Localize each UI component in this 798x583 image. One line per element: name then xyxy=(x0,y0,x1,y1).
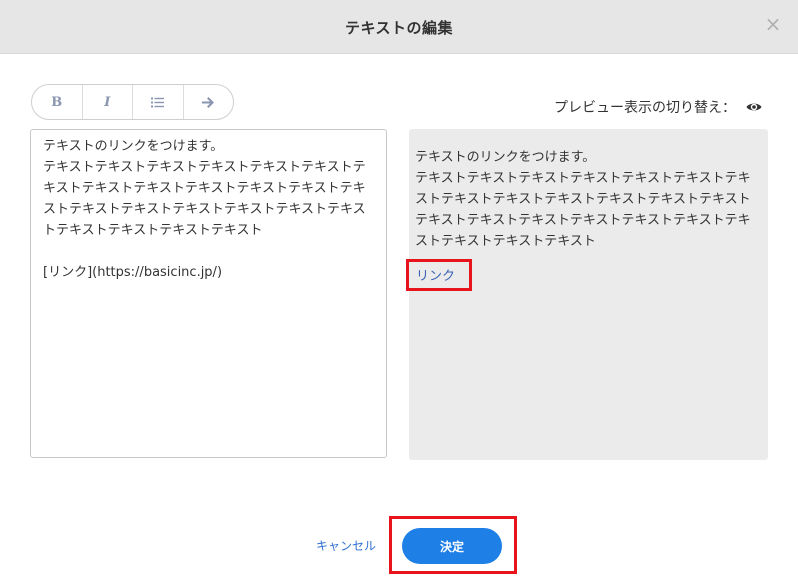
preview-toggle: プレビュー表示の切り替え： xyxy=(554,97,762,117)
close-icon[interactable]: × xyxy=(762,13,784,35)
arrow-right-icon xyxy=(202,96,215,108)
cancel-button[interactable]: キャンセル xyxy=(316,537,376,554)
preview-toggle-label: プレビュー表示の切り替え： xyxy=(554,100,736,116)
markdown-editor[interactable] xyxy=(30,129,387,458)
confirm-button-highlight: 決定 xyxy=(389,516,517,574)
dialog-footer: キャンセル 決定 xyxy=(0,500,798,583)
eye-icon[interactable] xyxy=(746,99,762,115)
edit-text-dialog: テキストの編集 × B I プレビュー表示の切り替え： テキストのリンクをつけま… xyxy=(0,0,798,583)
dialog-title: テキストの編集 xyxy=(344,19,454,37)
preview-text: テキストのリンクをつけます。 テキストテキストテキストテキストテキストテキストテ… xyxy=(415,150,751,249)
italic-button[interactable]: I xyxy=(83,85,133,119)
list-button[interactable] xyxy=(133,85,184,119)
preview-panel: テキストのリンクをつけます。 テキストテキストテキストテキストテキストテキストテ… xyxy=(406,129,768,460)
preview-link-highlight: リンク xyxy=(406,259,472,291)
confirm-button[interactable]: 決定 xyxy=(402,528,502,564)
link-button[interactable] xyxy=(184,85,234,119)
bold-button[interactable]: B xyxy=(32,85,83,119)
list-icon xyxy=(151,97,165,107)
preview-link[interactable]: リンク xyxy=(416,266,455,287)
format-toolbar: B I xyxy=(31,84,234,120)
dialog-header: テキストの編集 × xyxy=(0,0,798,54)
